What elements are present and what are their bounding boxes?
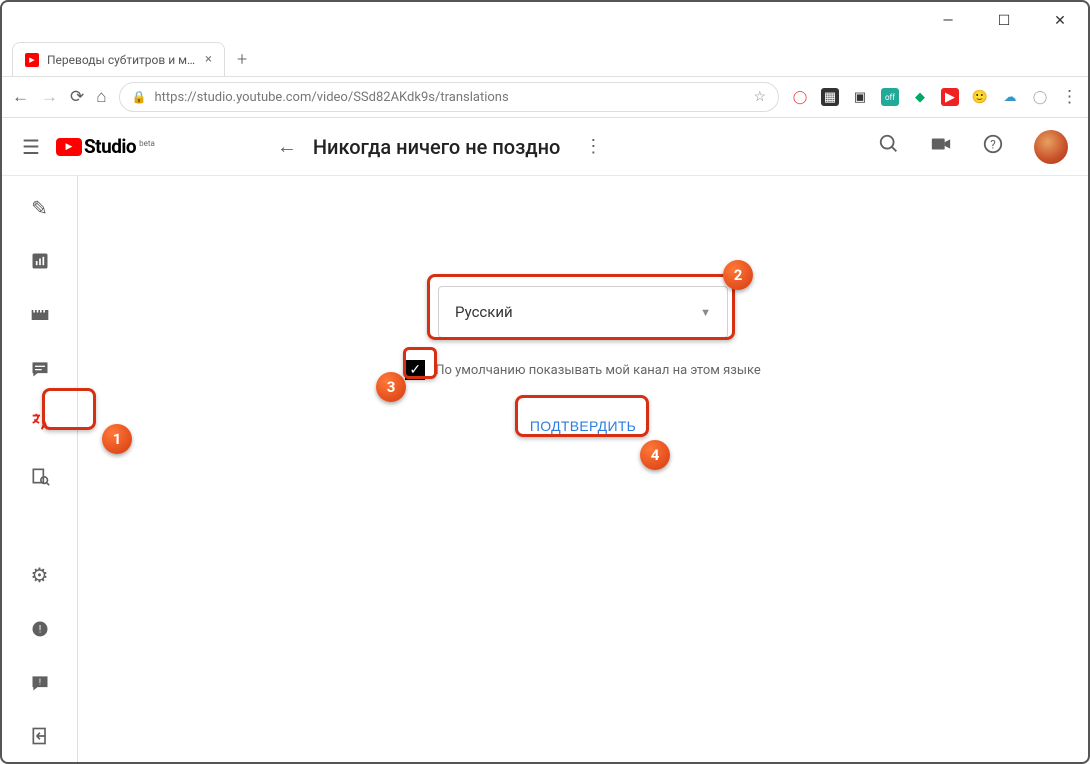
window-minimize[interactable]: — (934, 13, 962, 29)
annotation-number-3: 3 (376, 372, 406, 402)
create-video-icon[interactable] (930, 133, 952, 160)
browser-toolbar: ← → ⟳ ⌂ 🔒 https://studio.youtube.com/vid… (2, 76, 1088, 118)
tab-title: Переводы субтитров и метадан… (47, 53, 197, 67)
header-back-icon[interactable]: ← (277, 134, 297, 159)
annotation-number-4: 4 (640, 440, 670, 470)
nav-forward-icon[interactable]: → (41, 87, 58, 107)
logo-text: Studio (84, 135, 136, 158)
youtube-play-icon (56, 138, 82, 156)
lock-icon: 🔒 (132, 90, 147, 104)
ext-opera-icon[interactable]: ◯ (791, 88, 809, 106)
ext-dark-icon[interactable]: ▦ (821, 88, 839, 106)
user-avatar[interactable] (1034, 130, 1068, 164)
address-bar[interactable]: 🔒 https://studio.youtube.com/video/SSd82… (119, 82, 779, 112)
sidebar-edit-icon[interactable]: ✎ (20, 194, 60, 222)
default-language-row: ✓ По умолчанию показывать мой канал на э… (405, 360, 761, 380)
window-titlebar: — ☐ ✕ (2, 2, 1088, 40)
new-tab-button[interactable]: + (237, 42, 247, 76)
sidebar-settings-icon[interactable]: ⚙ (20, 562, 60, 590)
main-content: Русский ▼ ✓ По умолчанию показывать мой … (78, 176, 1088, 762)
annotation-highlight-2 (427, 274, 735, 340)
sidebar-analytics-icon[interactable] (20, 248, 60, 276)
annotation-highlight-3 (403, 347, 437, 379)
sidebar-editor-icon[interactable] (20, 301, 60, 329)
tab-close-icon[interactable]: × (205, 52, 212, 67)
checkbox-label: По умолчанию показывать мой канал на это… (435, 363, 761, 378)
logo-beta-badge: beta (139, 139, 155, 148)
search-icon[interactable] (878, 133, 900, 160)
annotation-number-2: 2 (723, 260, 753, 290)
window-maximize[interactable]: ☐ (990, 13, 1018, 29)
bookmark-star-icon[interactable]: ☆ (753, 89, 766, 105)
svg-text:!: ! (38, 677, 40, 687)
ext-drive-icon[interactable]: ◆ (911, 88, 929, 106)
sidebar-other-icon[interactable] (20, 462, 60, 490)
youtube-favicon-icon (25, 53, 39, 67)
nav-reload-icon[interactable]: ⟳ (70, 87, 84, 107)
sidebar: ✎ ⚙ ! ! (2, 176, 78, 762)
browser-tabstrip: Переводы субтитров и метадан… × + (2, 40, 1088, 76)
ext-play-icon[interactable]: ▶ (941, 88, 959, 106)
svg-text:!: ! (38, 624, 41, 635)
sidebar-whatsnew-icon[interactable]: ! (20, 615, 60, 643)
window-close[interactable]: ✕ (1046, 13, 1074, 29)
hamburger-menu-icon[interactable]: ☰ (22, 135, 40, 159)
ext-toggle-icon[interactable]: off (881, 88, 899, 106)
ext-cloud-icon[interactable]: ☁ (1001, 88, 1019, 106)
sidebar-comments-icon[interactable] (20, 355, 60, 383)
ext-face-icon[interactable]: 🙂 (971, 88, 989, 106)
video-title: Никогда ничего не поздно (313, 135, 561, 159)
header-more-icon[interactable]: ⋮ (584, 136, 602, 157)
ext-badge-icon[interactable]: ▣ (851, 88, 869, 106)
nav-back-icon[interactable]: ← (12, 87, 29, 107)
sidebar-feedback-icon[interactable]: ! (20, 669, 60, 697)
studio-logo[interactable]: Studio beta (56, 135, 155, 158)
help-icon[interactable]: ? (982, 133, 1004, 160)
sidebar-classic-icon[interactable] (20, 722, 60, 750)
svg-text:?: ? (990, 138, 996, 152)
studio-header: ☰ Studio beta ← Никогда ничего не поздно… (2, 118, 1088, 176)
annotation-highlight-1 (42, 388, 96, 430)
url-text: https://studio.youtube.com/video/SSd82AK… (154, 90, 745, 105)
browser-tab[interactable]: Переводы субтитров и метадан… × (12, 42, 225, 76)
ext-profile-icon[interactable]: ◯ (1031, 88, 1049, 106)
annotation-number-1: 1 (102, 424, 132, 454)
nav-home-icon[interactable]: ⌂ (96, 87, 106, 107)
browser-menu-icon[interactable]: ⋮ (1061, 87, 1078, 107)
annotation-highlight-4 (515, 395, 649, 437)
